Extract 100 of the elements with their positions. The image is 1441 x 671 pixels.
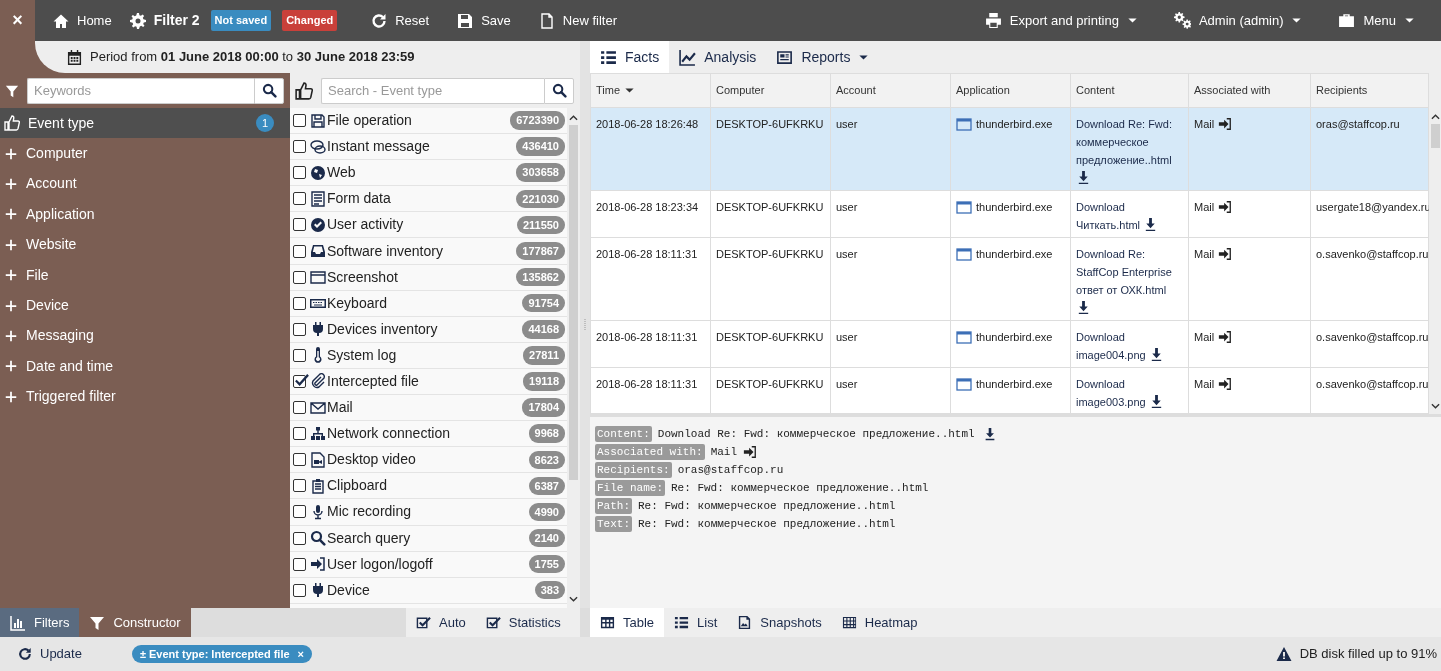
event-type-item[interactable]: Keyboard 91754 xyxy=(290,290,567,317)
column-header[interactable]: Time xyxy=(590,73,711,108)
event-type-item[interactable]: Devices inventory 44168 xyxy=(290,316,567,343)
category-item[interactable]: Website xyxy=(0,229,290,260)
event-type-item[interactable]: User logon/logoff 1755 xyxy=(290,551,567,578)
event-type-item[interactable]: Web 303658 xyxy=(290,160,567,187)
event-type-item[interactable]: User activity 211550 xyxy=(290,212,567,239)
count-badge: 6387 xyxy=(528,476,565,496)
event-type-item[interactable]: Mic recording 4990 xyxy=(290,499,567,526)
save-button[interactable]: Save xyxy=(447,0,521,41)
result-tab[interactable]: Reports xyxy=(766,41,880,73)
table-row[interactable]: 2018-06-28 18:11:31 DESKTOP-6UFKRKU user thunderbird.exe Download image003.png Mail o.savenko@staffcop.ru xyxy=(590,367,1429,414)
main-menu[interactable]: Menu xyxy=(1328,0,1425,41)
column-header[interactable]: Computer xyxy=(710,73,831,108)
count-badge: 44168 xyxy=(522,320,565,339)
link-type: Mail xyxy=(1194,376,1215,392)
result-tab[interactable]: Analysis xyxy=(669,41,767,73)
event-type-item[interactable]: Screenshot 135862 xyxy=(290,264,567,291)
field-value: Re: Fwd: коммерческое предложение..html xyxy=(671,480,929,496)
category-item[interactable]: Date and time xyxy=(0,351,290,382)
content-text: Download Читкать.html xyxy=(1076,201,1141,232)
table-cell: user xyxy=(830,190,951,238)
category-item[interactable]: File xyxy=(0,259,290,291)
field-label: Path: xyxy=(595,497,632,515)
link-type: Mail xyxy=(1194,330,1215,346)
category-item[interactable]: Application xyxy=(0,199,290,230)
category-item[interactable]: Event type 1 xyxy=(0,108,290,139)
table-cell: 2018-06-28 18:23:34 xyxy=(590,190,711,238)
table-row[interactable]: 2018-06-28 18:23:34 DESKTOP-6UFKRKU user thunderbird.exe Download Читкать.html Mail usergate18@yandex.ru xyxy=(590,190,1429,238)
panel-tab[interactable]: Filters xyxy=(0,608,80,637)
toggle-button[interactable]: Statistics xyxy=(475,608,571,637)
field-value: oras@staffcop.ru xyxy=(677,462,784,478)
event-type-item[interactable]: System log 27811 xyxy=(290,342,567,369)
toggle-button[interactable]: Auto xyxy=(406,608,476,637)
count-badge: 4990 xyxy=(528,502,565,522)
column-header[interactable]: Associated with xyxy=(1188,73,1311,108)
event-type-item[interactable]: Mail 17804 xyxy=(290,395,567,422)
field-label: Recipients: xyxy=(595,461,672,479)
event-type-search-field[interactable]: Search - Event type xyxy=(321,77,544,104)
category-item[interactable]: Computer xyxy=(0,138,290,169)
column-header[interactable]: Content xyxy=(1070,73,1189,108)
column-header[interactable]: Recipients xyxy=(1310,73,1429,108)
event-type-item[interactable]: Network connection 9968 xyxy=(290,421,567,448)
count-badge: 17804 xyxy=(522,398,565,417)
home-button[interactable]: Home xyxy=(43,0,122,41)
event-type-item[interactable]: Clipboard 6387 xyxy=(290,473,567,500)
link-type: Mail xyxy=(1194,200,1215,216)
count-badge: 135862 xyxy=(516,267,565,287)
table-cell: user xyxy=(830,237,951,321)
category-item[interactable]: Device xyxy=(0,290,290,321)
table-cell: DESKTOP-6UFKRKU xyxy=(710,320,831,368)
content-text: Download Re: Fwd: коммерческое предложение..html xyxy=(1076,118,1172,166)
export-menu[interactable]: Export and printing xyxy=(974,0,1148,41)
table-cell: 2018-06-28 18:11:31 xyxy=(590,237,711,321)
column-header[interactable]: Application xyxy=(950,73,1071,108)
count-badge: 383 xyxy=(534,581,565,600)
category-item[interactable]: Messaging xyxy=(0,320,290,352)
table-row[interactable]: 2018-06-28 18:11:31 DESKTOP-6UFKRKU user thunderbird.exe Download image004.png Mail o.savenko@staffcop.ru xyxy=(590,320,1429,368)
count-badge: 2140 xyxy=(528,528,565,548)
event-type-item[interactable]: Instant message 436410 xyxy=(290,134,567,161)
column-header[interactable]: Account xyxy=(830,73,951,108)
count-badge: 1755 xyxy=(528,554,565,574)
view-tab[interactable]: Table xyxy=(590,608,665,637)
new-filter-button[interactable]: New filter xyxy=(528,0,628,41)
table-cell: o.savenko@staffcop.ru xyxy=(1310,320,1429,368)
view-tab[interactable]: Heatmap xyxy=(831,608,928,637)
table-cell: o.savenko@staffcop.ru xyxy=(1310,237,1429,321)
table-cell: DESKTOP-6UFKRKU xyxy=(710,107,831,191)
event-type-item[interactable]: Software inventory 177867 xyxy=(290,238,567,265)
view-tab[interactable]: Snapshots xyxy=(727,608,832,637)
category-item[interactable]: Triggered filter xyxy=(0,381,290,412)
count-badge: 6723390 xyxy=(510,111,565,130)
event-type-item[interactable]: Form data 221030 xyxy=(290,186,567,213)
event-type-item[interactable]: Search query 2140 xyxy=(290,525,567,552)
app-name: thunderbird.exe xyxy=(976,246,1053,262)
app-name: thunderbird.exe xyxy=(976,330,1053,346)
table-cell: 2018-06-28 18:26:48 xyxy=(590,107,711,191)
update-button[interactable]: Update xyxy=(8,639,92,669)
reset-button[interactable]: Reset xyxy=(361,0,440,41)
result-tab[interactable]: Facts xyxy=(590,41,670,73)
remove-button[interactable]: × xyxy=(297,645,305,663)
count-badge: 19118 xyxy=(523,372,565,391)
table-row[interactable]: 2018-06-28 18:26:48 DESKTOP-6UFKRKU user thunderbird.exe Download Re: Fwd: коммерческое предложение..html Mail oras@staffcop.ru xyxy=(590,107,1429,191)
event-type-item[interactable]: Intercepted file 19118 xyxy=(290,368,567,396)
count-badge: 8623 xyxy=(528,450,565,469)
close-button[interactable]: × xyxy=(0,0,35,41)
field-label: Text: xyxy=(595,515,632,533)
field-label: Associated with: xyxy=(595,443,705,461)
event-type-item[interactable]: File operation 6723390 xyxy=(290,108,567,135)
field-label: File name: xyxy=(595,479,665,497)
count-badge: 211550 xyxy=(516,215,565,235)
table-row[interactable]: 2018-06-28 18:11:31 DESKTOP-6UFKRKU user thunderbird.exe Download Re: StaffCop Enterprise ответ от ОХК.html Mail o.savenko@staffcop.ru xyxy=(590,237,1429,321)
link-type: Mail xyxy=(1194,117,1215,132)
user-menu[interactable]: Admin (admin) xyxy=(1163,0,1313,41)
keywords-field[interactable]: Keywords xyxy=(27,77,254,104)
event-type-item[interactable]: Device 383 xyxy=(290,577,567,604)
view-tab[interactable]: List xyxy=(664,608,728,637)
filter-chip[interactable]: ± Event type: Intercepted file × xyxy=(131,644,313,664)
category-item[interactable]: Account xyxy=(0,168,290,200)
event-type-item[interactable]: Desktop video 8623 xyxy=(290,447,567,474)
